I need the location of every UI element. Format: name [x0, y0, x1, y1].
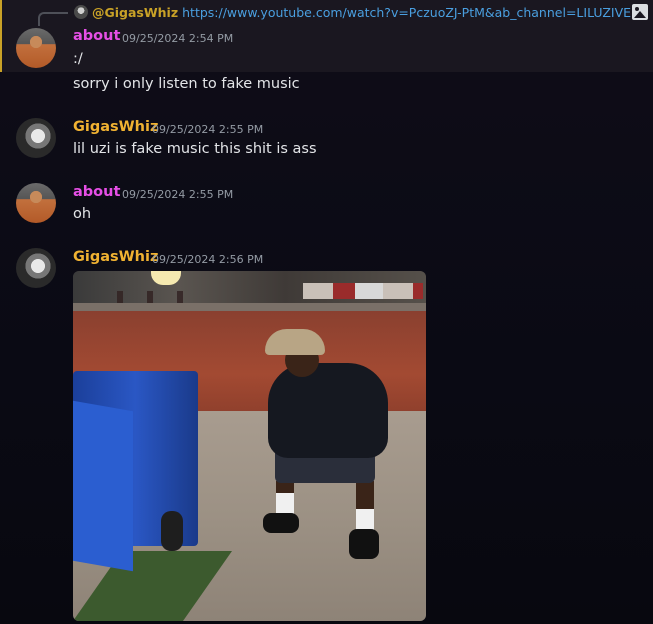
- avatar-about[interactable]: [16, 183, 56, 223]
- reply-connector-line: [38, 12, 68, 26]
- timestamp: 09/25/2024 2:55 PM: [122, 188, 234, 201]
- author-name[interactable]: GigasWhiz: [73, 249, 158, 265]
- photo-shoe: [263, 513, 299, 533]
- avatar-gigaswhiz[interactable]: [16, 118, 56, 158]
- photo-shoe: [349, 529, 379, 559]
- message-text: lil uzi is fake music this shit is ass: [73, 141, 317, 157]
- photo-bucket-hat: [265, 329, 325, 355]
- photo-bin-wheel: [161, 511, 183, 551]
- reply-reference[interactable]: @GigasWhiz https://www.youtube.com/watch…: [74, 4, 646, 20]
- author-name[interactable]: about: [73, 28, 120, 44]
- reply-link[interactable]: https://www.youtube.com/watch?v=PczuoZJ-…: [182, 5, 646, 20]
- chat-view: @GigasWhiz https://www.youtube.com/watch…: [0, 0, 653, 624]
- photo-sock: [356, 509, 374, 531]
- photo-bin-lid: [73, 400, 133, 572]
- reply-mention[interactable]: @GigasWhiz: [92, 5, 178, 20]
- message-text: sorry i only listen to fake music: [73, 76, 300, 92]
- avatar-gigaswhiz[interactable]: [16, 248, 56, 288]
- message-text: oh: [73, 206, 92, 222]
- timestamp: 09/25/2024 2:56 PM: [152, 253, 264, 266]
- timestamp: 09/25/2024 2:54 PM: [122, 32, 234, 45]
- photo-person-body: [268, 363, 388, 458]
- timestamp: 09/25/2024 2:55 PM: [152, 123, 264, 136]
- author-name[interactable]: GigasWhiz: [73, 119, 158, 135]
- reply-avatar-icon: [74, 5, 88, 19]
- avatar-about[interactable]: [16, 28, 56, 68]
- author-name[interactable]: about: [73, 184, 120, 200]
- message-text: :/: [73, 51, 83, 67]
- image-attachment[interactable]: [73, 271, 426, 621]
- photo-banners: [303, 283, 423, 299]
- photo-sock: [276, 493, 294, 515]
- image-icon: [632, 4, 648, 20]
